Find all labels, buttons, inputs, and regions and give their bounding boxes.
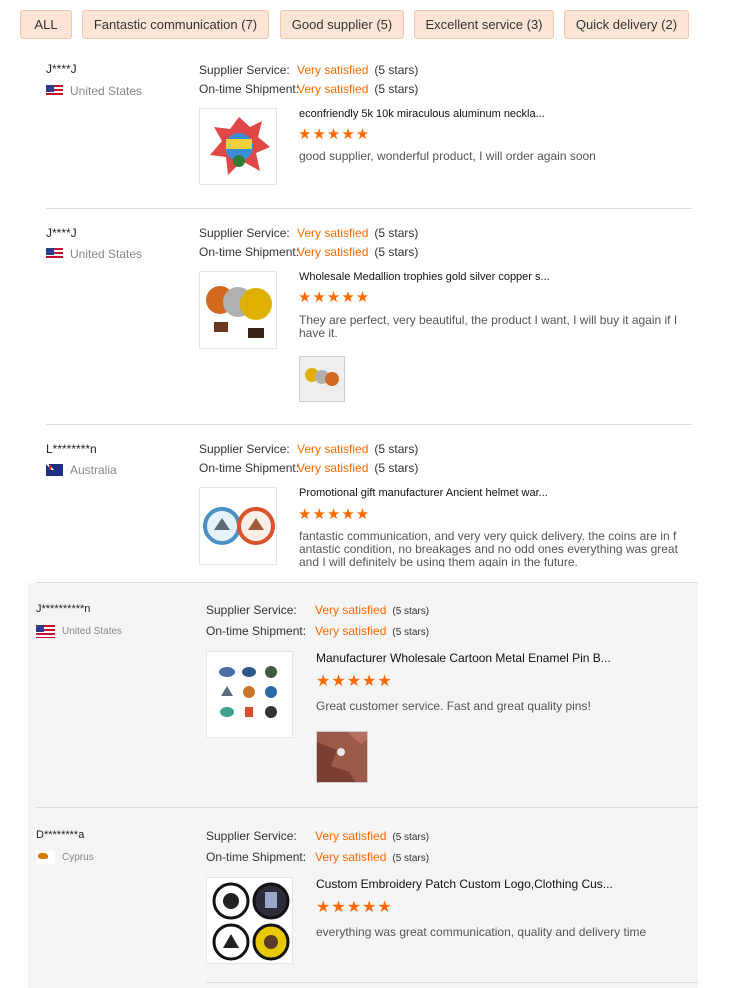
shipment-rating: On-time Shipment:Very satisfied (5 stars) [199, 461, 418, 475]
review-comment: fantastic communication, and very very q… [299, 530, 678, 567]
review-attachment-image[interactable] [299, 356, 345, 402]
filter-fantastic-communication[interactable]: Fantastic communication (7) [82, 10, 269, 39]
review-attachment-image[interactable] [316, 731, 368, 783]
reviewer-country: United States [46, 247, 142, 261]
review-divider [46, 208, 692, 209]
shipment-value: Very satisfied [297, 245, 369, 259]
reviewer-name: L********n [46, 442, 97, 456]
shipment-label: On-time Shipment: [206, 624, 307, 638]
shipment-rating: On-time Shipment: Very satisfied (5 stars) [206, 850, 429, 864]
product-title-link[interactable]: Wholesale Medallion trophies gold silver… [299, 271, 550, 283]
reviewer-name: D********a [36, 829, 85, 841]
supplier-service-rating: Supplier Service: Very satisfied (5 stars) [199, 63, 418, 77]
product-thumbnail[interactable] [199, 108, 277, 185]
supplier-service-value: Very satisfied [315, 603, 387, 617]
country-label: Cyprus [62, 852, 94, 863]
reviewer-name: J****J [46, 226, 77, 240]
shipment-value: Very satisfied [315, 624, 387, 638]
rating-stars: ★★★★★ [316, 899, 393, 916]
review-divider [206, 982, 698, 983]
cyprus-flag-icon [36, 851, 55, 864]
supplier-service-value: Very satisfied [297, 63, 369, 77]
review-divider [36, 582, 698, 583]
shipment-stars: (5 stars) [374, 82, 419, 96]
supplier-service-rating: Supplier Service: Very satisfied (5 stars) [206, 829, 429, 843]
au-flag-icon [46, 464, 63, 476]
review-comment: good supplier, wonderful product, I will… [299, 149, 596, 163]
review-divider [46, 424, 692, 425]
shipment-label: On-time Shipment: [199, 461, 300, 475]
country-label: Australia [70, 463, 117, 477]
rating-stars: ★★★★★ [298, 506, 371, 523]
reviewer-name: J**********n [36, 603, 91, 615]
rating-stars: ★★★★★ [298, 289, 371, 306]
supplier-service-label: Supplier Service: [206, 829, 297, 843]
shipment-value: Very satisfied [297, 82, 369, 96]
product-thumbnail[interactable] [206, 877, 293, 964]
shipment-stars: (5 stars) [392, 627, 430, 638]
supplier-service-value: Very satisfied [297, 226, 369, 240]
shipment-stars: (5 stars) [392, 853, 430, 864]
review-comment: Great customer service. Fast and great q… [316, 699, 591, 713]
reviewer-country: Cyprus [36, 851, 94, 864]
supplier-service-stars: (5 stars) [392, 606, 430, 617]
country-label: United States [70, 247, 143, 261]
country-label: United States [70, 84, 143, 98]
product-title-link[interactable]: econfriendly 5k 10k miraculous aluminum … [299, 108, 545, 120]
supplier-service-rating: Supplier Service: Very satisfied (5 stars) [206, 603, 429, 617]
review-divider [36, 807, 698, 808]
product-thumbnail[interactable] [199, 271, 277, 349]
supplier-service-rating: Supplier Service: Very satisfied (5 stars) [199, 442, 418, 456]
supplier-service-label: Supplier Service: [199, 63, 290, 77]
supplier-service-value: Very satisfied [297, 442, 369, 456]
review-comment: everything was great communication, qual… [316, 925, 647, 939]
supplier-service-label: Supplier Service: [199, 442, 290, 456]
us-flag-icon [36, 625, 55, 638]
shipment-rating: On-time Shipment:Very satisfied (5 stars) [199, 245, 418, 259]
filter-excellent-service[interactable]: Excellent service (3) [414, 10, 554, 39]
shipment-stars: (5 stars) [374, 245, 419, 259]
shipment-value: Very satisfied [297, 461, 369, 475]
supplier-service-label: Supplier Service: [199, 226, 290, 240]
supplier-service-label: Supplier Service: [206, 603, 297, 617]
shipment-rating: On-time Shipment: Very satisfied (5 stars) [206, 624, 429, 638]
product-thumbnail[interactable] [206, 651, 293, 738]
us-flag-icon [46, 85, 63, 97]
product-thumbnail[interactable] [199, 487, 277, 565]
rating-stars: ★★★★★ [298, 126, 371, 143]
shipment-value: Very satisfied [315, 850, 387, 864]
review-comment: They are perfect, very beautiful, the pr… [299, 313, 678, 340]
supplier-service-stars: (5 stars) [374, 63, 419, 77]
product-title-link[interactable]: Manufacturer Wholesale Cartoon Metal Ena… [316, 651, 611, 665]
reviewer-country: United States [46, 84, 142, 98]
reviewer-country: United States [36, 625, 122, 638]
supplier-service-stars: (5 stars) [374, 226, 419, 240]
shipment-label: On-time Shipment: [206, 850, 307, 864]
filter-quick-delivery[interactable]: Quick delivery (2) [564, 10, 689, 39]
filter-all[interactable]: ALL [20, 10, 72, 39]
shipment-label: On-time Shipment: [199, 245, 300, 259]
supplier-service-rating: Supplier Service: Very satisfied (5 stars) [199, 226, 418, 240]
shipment-label: On-time Shipment: [199, 82, 300, 96]
reviewer-country: Australia [46, 463, 117, 477]
product-title-link[interactable]: Promotional gift manufacturer Ancient he… [299, 487, 548, 499]
rating-stars: ★★★★★ [316, 673, 393, 690]
us-flag-icon [46, 248, 63, 260]
product-title-link[interactable]: Custom Embroidery Patch Custom Logo,Clot… [316, 877, 613, 891]
shipment-stars: (5 stars) [374, 461, 419, 475]
country-label: United States [62, 626, 123, 637]
supplier-service-stars: (5 stars) [374, 442, 419, 456]
shipment-rating: On-time Shipment:Very satisfied (5 stars) [199, 82, 418, 96]
reviewer-name: J****J [46, 62, 77, 76]
filter-good-supplier[interactable]: Good supplier (5) [280, 10, 404, 39]
supplier-service-stars: (5 stars) [392, 832, 430, 843]
supplier-service-value: Very satisfied [315, 829, 387, 843]
